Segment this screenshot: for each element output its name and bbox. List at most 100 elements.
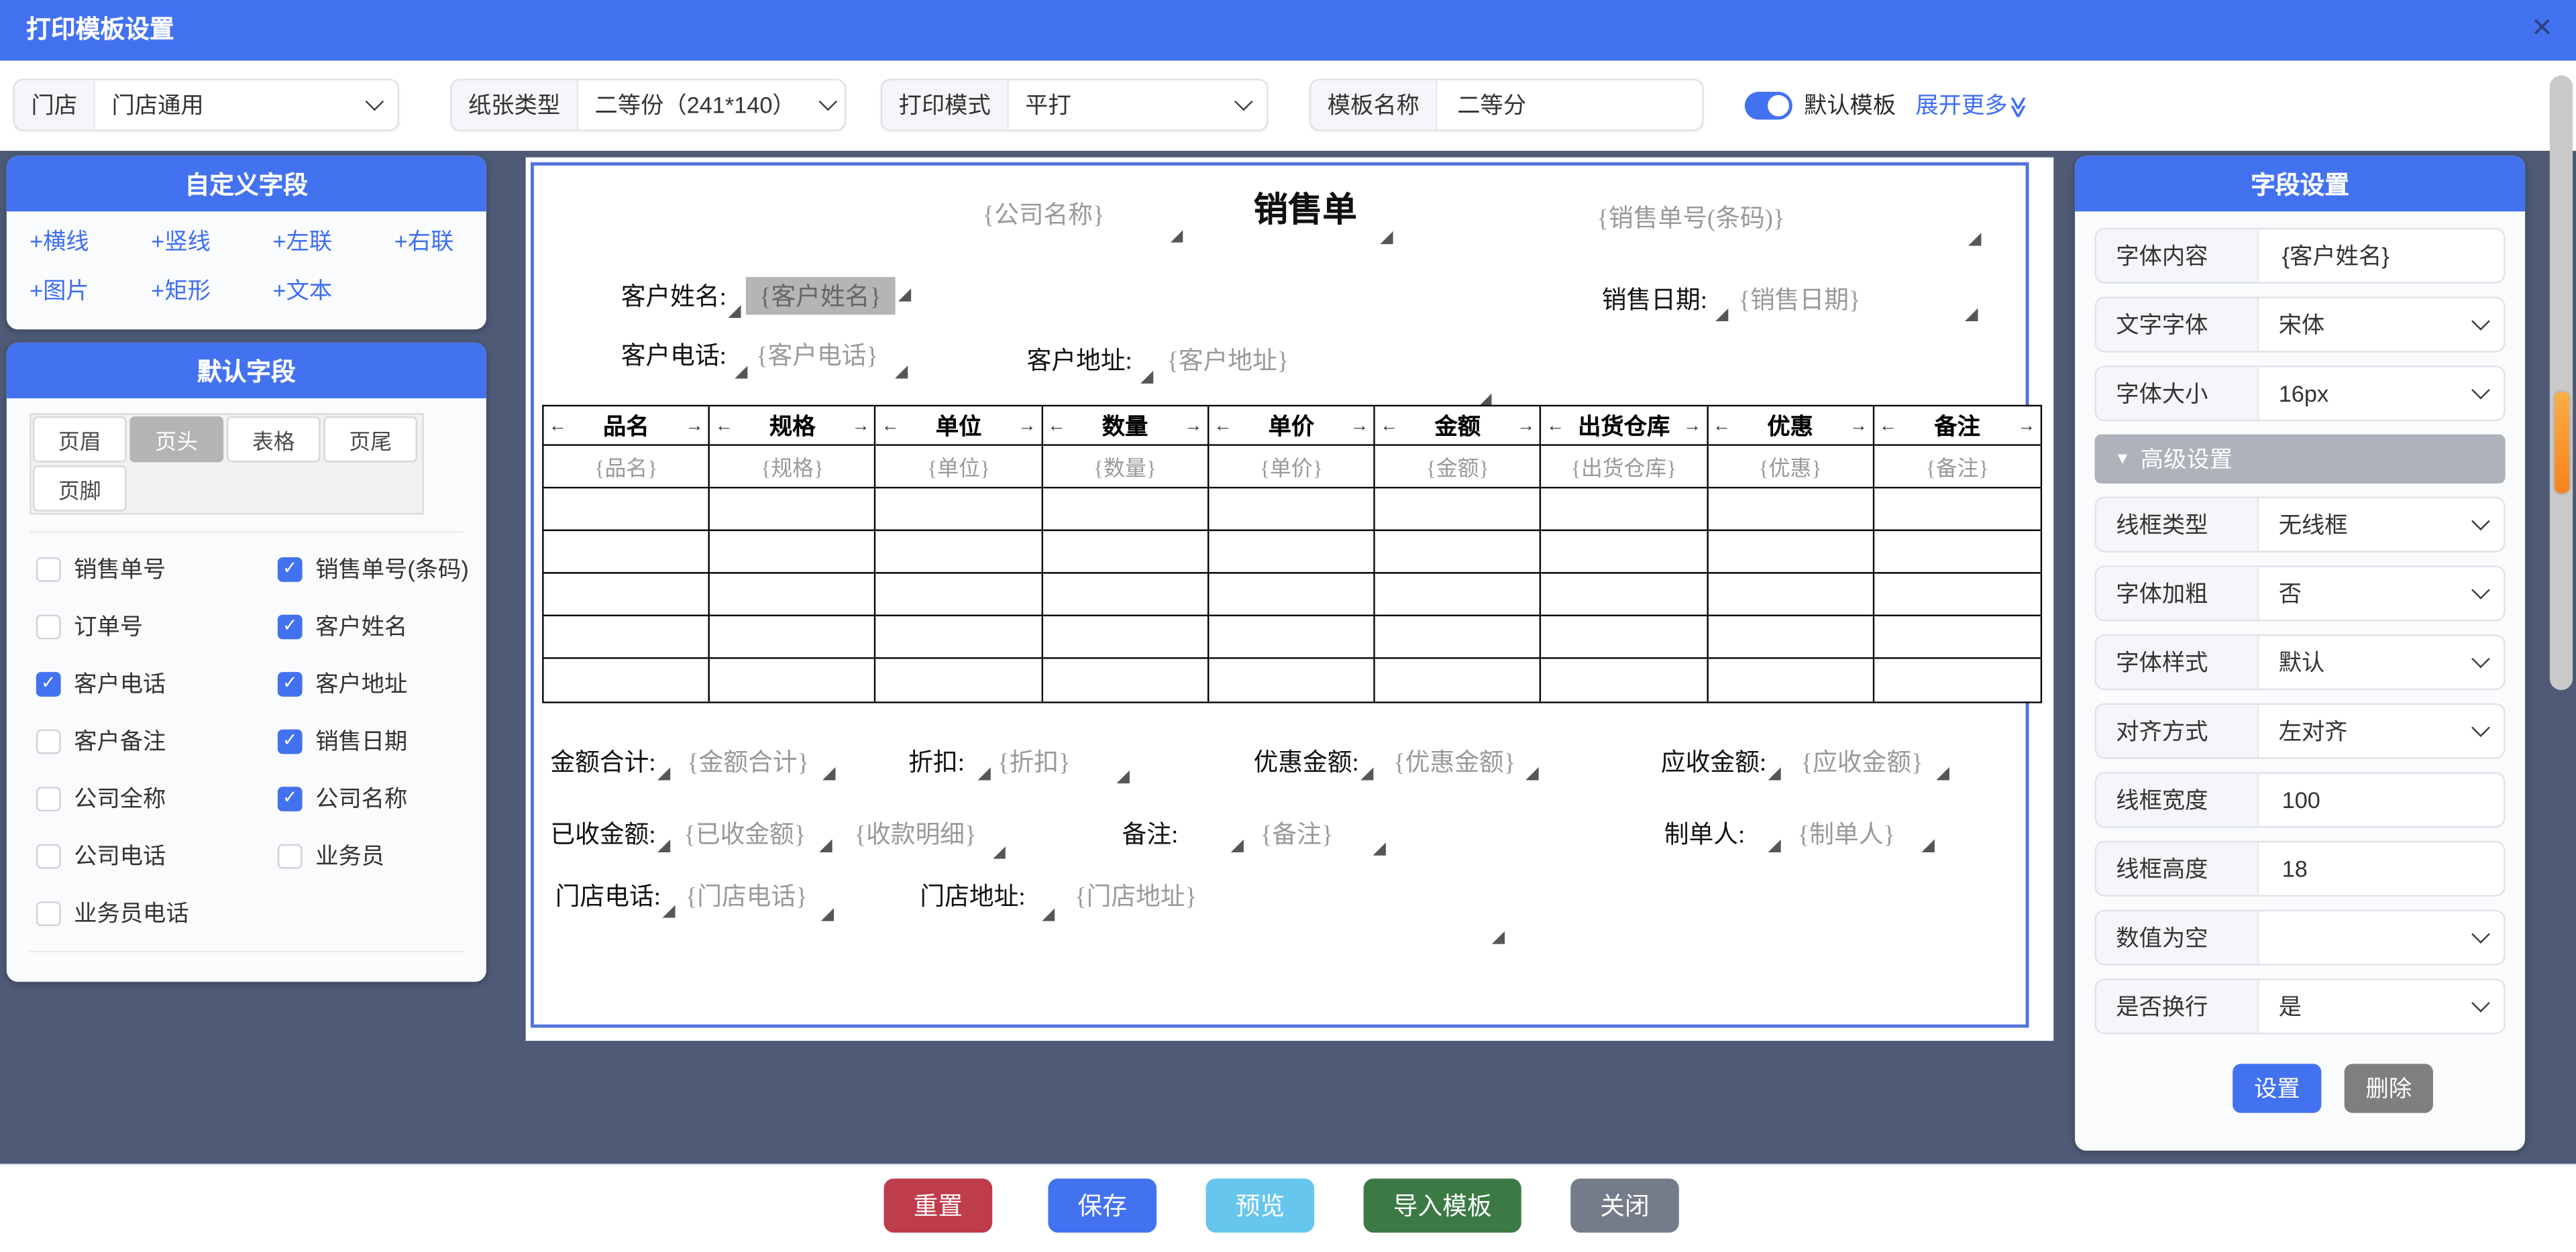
column-header[interactable]: ←品名→: [544, 406, 710, 446]
font-size-select[interactable]: 字体大小 16px: [2094, 365, 2505, 421]
placeholder-cell[interactable]: {出货仓库}: [1542, 446, 1708, 489]
canvas-sale-date-field[interactable]: 销售日期:{销售日期}: [1602, 282, 1861, 316]
default-template-toggle[interactable]: [1745, 92, 1792, 120]
resize-handle[interactable]: [1360, 767, 1374, 781]
canvas-order-no-field[interactable]: {销售单号(条码)}: [1597, 200, 1784, 234]
tab-page-header-margin[interactable]: 页眉: [33, 416, 127, 462]
checkbox-sale-no[interactable]: ✓: [36, 557, 61, 581]
placeholder-cell[interactable]: {金额}: [1375, 446, 1542, 489]
checkbox-sale-no-barcode[interactable]: ✓: [278, 557, 303, 581]
checkbox-salesman-phone[interactable]: ✓: [36, 901, 61, 925]
resize-handle[interactable]: [1768, 839, 1782, 852]
wrap-select[interactable]: 是否换行 是: [2094, 978, 2505, 1034]
add-left-copy-link[interactable]: +左联: [273, 225, 394, 258]
checkbox-company-name[interactable]: ✓: [278, 786, 303, 811]
resize-handle[interactable]: [822, 767, 836, 781]
resize-handle[interactable]: [1140, 370, 1154, 384]
canvas-store-address-field[interactable]: 门店地址:{门店地址}: [920, 878, 1197, 913]
font-family-select[interactable]: 文字字体 宋体: [2094, 296, 2505, 352]
font-bold-select[interactable]: 字体加粗 否: [2094, 565, 2505, 621]
canvas-document-maker-field[interactable]: 制单人:{制单人}: [1664, 816, 1935, 850]
resize-handle[interactable]: [898, 288, 912, 302]
resize-handle[interactable]: [978, 767, 991, 781]
column-header[interactable]: ←优惠→: [1708, 406, 1874, 446]
canvas-discount-field[interactable]: 折扣:{折扣}: [908, 744, 1130, 779]
advanced-settings-toggle[interactable]: ▼ 高级设置: [2094, 435, 2505, 483]
placeholder-cell[interactable]: {品名}: [544, 446, 710, 489]
column-header[interactable]: ←备注→: [1874, 406, 2041, 446]
template-name-input[interactable]: [1454, 90, 1685, 119]
delete-button[interactable]: 删除: [2345, 1064, 2433, 1113]
placeholder-cell[interactable]: {数量}: [1042, 446, 1209, 489]
add-vline-link[interactable]: +竖线: [151, 225, 272, 258]
canvas-company-name-field[interactable]: {公司名称}: [982, 196, 1183, 231]
add-rect-link[interactable]: +矩形: [151, 274, 272, 306]
scrollbar-track[interactable]: [2550, 75, 2573, 690]
save-button[interactable]: 保存: [1048, 1178, 1157, 1233]
resize-handle[interactable]: [1936, 767, 1949, 781]
border-type-select[interactable]: 线框类型 无线框: [2094, 497, 2505, 553]
checkbox-customer-phone[interactable]: ✓: [36, 671, 61, 696]
resize-handle[interactable]: [657, 839, 671, 852]
preview-button[interactable]: 预览: [1206, 1178, 1315, 1233]
import-template-button[interactable]: 导入模板: [1364, 1178, 1521, 1233]
selected-element[interactable]: {客户姓名}: [746, 277, 894, 315]
resize-handle[interactable]: [1921, 839, 1935, 852]
checkbox-company-fullname[interactable]: ✓: [36, 786, 61, 811]
checkbox-sale-date[interactable]: ✓: [278, 728, 303, 753]
tab-page-tail[interactable]: 页尾: [323, 416, 417, 462]
border-height-input[interactable]: [2279, 854, 2504, 883]
placeholder-cell[interactable]: {优惠}: [1708, 446, 1874, 489]
checkbox-order-no[interactable]: ✓: [36, 614, 61, 638]
resize-handle[interactable]: [1525, 767, 1539, 781]
add-hline-link[interactable]: +横线: [30, 225, 151, 258]
border-width-input[interactable]: [2279, 785, 2504, 815]
canvas-total-amount-field[interactable]: 金额合计:{金额合计}: [550, 744, 835, 779]
checkbox-customer-remark[interactable]: ✓: [36, 728, 61, 753]
close-button[interactable]: 关闭: [1570, 1178, 1679, 1233]
add-image-link[interactable]: +图片: [30, 274, 151, 306]
font-content-input[interactable]: [2279, 241, 2504, 270]
checkbox-company-phone[interactable]: ✓: [36, 844, 61, 868]
tab-table[interactable]: 表格: [227, 416, 321, 462]
canvas-customer-address-field[interactable]: 客户地址:{客户地址}: [1027, 343, 1289, 377]
expand-more-link[interactable]: 展开更多≫: [1916, 60, 2030, 150]
tab-page-footer[interactable]: 页脚: [33, 465, 127, 511]
reset-button[interactable]: 重置: [884, 1178, 993, 1233]
font-style-select[interactable]: 字体样式 默认: [2094, 634, 2505, 690]
resize-handle[interactable]: [819, 839, 833, 852]
checkbox-salesman[interactable]: ✓: [278, 844, 303, 868]
column-header[interactable]: ←金额→: [1375, 406, 1542, 446]
canvas-doc-title-field[interactable]: 销售单: [1254, 184, 1393, 233]
add-right-copy-link[interactable]: +右联: [394, 225, 464, 258]
canvas-receivable-amount-field[interactable]: 应收金额:{应收金额}: [1661, 744, 1949, 779]
store-select[interactable]: 门店 门店通用: [13, 78, 400, 131]
placeholder-cell[interactable]: {备注}: [1874, 446, 2041, 489]
canvas-payment-detail-field[interactable]: {收款明细}: [854, 816, 1006, 850]
tab-page-head[interactable]: 页头: [129, 416, 223, 462]
add-text-link[interactable]: +文本: [273, 274, 394, 306]
set-button[interactable]: 设置: [2233, 1064, 2321, 1113]
canvas-customer-name-field[interactable]: 客户姓名:{客户姓名}: [621, 277, 911, 315]
column-header[interactable]: ←单位→: [876, 406, 1042, 446]
canvas-customer-phone-field[interactable]: 客户电话:{客户电话}: [621, 338, 908, 372]
close-icon[interactable]: ✕: [2531, 15, 2553, 44]
resize-handle[interactable]: [1768, 767, 1782, 781]
column-header[interactable]: ←单价→: [1209, 406, 1375, 446]
align-select[interactable]: 对齐方式 左对齐: [2094, 703, 2505, 759]
checkbox-customer-name[interactable]: ✓: [278, 614, 303, 638]
paper-type-select[interactable]: 纸张类型 二等份（241*140）: [450, 78, 846, 131]
resize-handle[interactable]: [662, 905, 676, 918]
placeholder-cell[interactable]: {规格}: [710, 446, 876, 489]
canvas-received-amount-field[interactable]: 已收金额:{已收金额}: [550, 816, 832, 850]
checkbox-customer-address[interactable]: ✓: [278, 671, 303, 696]
scrollbar-thumb[interactable]: [2552, 390, 2570, 495]
canvas-discount-amount-field[interactable]: 优惠金额:{优惠金额}: [1254, 744, 1539, 779]
template-canvas[interactable]: {公司名称} 销售单 {销售单号(条码)} 客户姓名:{客户姓名} 销售日期:{…: [526, 158, 2054, 1041]
print-mode-select[interactable]: 打印模式 平打: [881, 78, 1269, 131]
empty-value-select[interactable]: 数值为空: [2094, 910, 2505, 966]
column-header[interactable]: ←规格→: [710, 406, 876, 446]
canvas-store-phone-field[interactable]: 门店电话:{门店电话}: [555, 878, 834, 913]
placeholder-cell[interactable]: {单价}: [1209, 446, 1375, 489]
canvas-remark-field[interactable]: 备注:{备注}: [1122, 816, 1386, 850]
